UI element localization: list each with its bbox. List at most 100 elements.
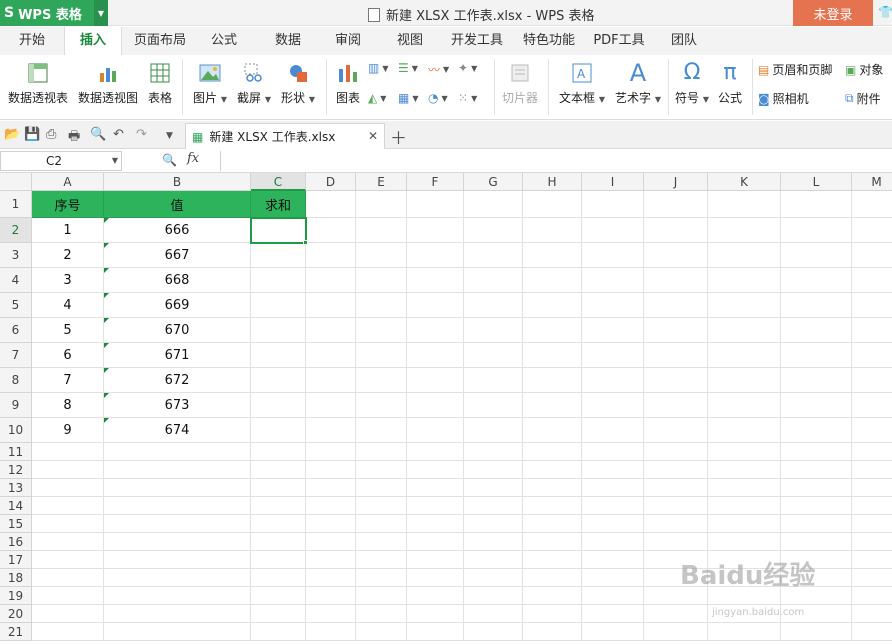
cell-a10[interactable]: 9 xyxy=(32,418,104,443)
cell-h5[interactable] xyxy=(523,293,582,318)
cell-i20[interactable] xyxy=(582,605,644,623)
row-header-15[interactable]: 15 xyxy=(0,515,32,533)
cell-h14[interactable] xyxy=(523,497,582,515)
customize-dropdown-icon[interactable]: ▼ xyxy=(166,131,173,141)
cell-a11[interactable] xyxy=(32,443,104,461)
chart-button[interactable]: 图表 xyxy=(332,55,364,106)
tab-view[interactable]: 视图 xyxy=(390,27,430,55)
chevron-down-icon[interactable]: ▼ xyxy=(112,152,118,170)
undo-icon[interactable]: ↶ xyxy=(113,127,124,142)
cell-d11[interactable] xyxy=(306,443,356,461)
cell-f10[interactable] xyxy=(407,418,464,443)
cell-d7[interactable] xyxy=(306,343,356,368)
cell-f19[interactable] xyxy=(407,587,464,605)
cell-l15[interactable] xyxy=(781,515,852,533)
cell-k4[interactable] xyxy=(708,268,781,293)
cell-b9[interactable]: 673 xyxy=(104,393,251,418)
cell-k15[interactable] xyxy=(708,515,781,533)
cell-k21[interactable] xyxy=(708,623,781,641)
column-header-h[interactable]: H xyxy=(523,173,582,191)
cell-j9[interactable] xyxy=(644,393,708,418)
cell-c1[interactable]: 求和 xyxy=(251,191,306,218)
table-button[interactable]: 表格 xyxy=(144,55,176,106)
cell-b8[interactable]: 672 xyxy=(104,368,251,393)
cell-m12[interactable] xyxy=(852,461,892,479)
cell-a9[interactable]: 8 xyxy=(32,393,104,418)
cell-c11[interactable] xyxy=(251,443,306,461)
column-header-a[interactable]: A xyxy=(32,173,104,191)
attachment-button[interactable]: ⧉ 附件 xyxy=(845,90,881,107)
tab-formulas[interactable]: 公式 xyxy=(204,27,244,55)
cell-b7[interactable]: 671 xyxy=(104,343,251,368)
cell-i17[interactable] xyxy=(582,551,644,569)
cell-e18[interactable] xyxy=(356,569,407,587)
cell-a19[interactable] xyxy=(32,587,104,605)
cell-i16[interactable] xyxy=(582,533,644,551)
cell-k16[interactable] xyxy=(708,533,781,551)
cell-b16[interactable] xyxy=(104,533,251,551)
row-header-2[interactable]: 2 xyxy=(0,218,32,243)
cell-m17[interactable] xyxy=(852,551,892,569)
cell-c18[interactable] xyxy=(251,569,306,587)
row-header-3[interactable]: 3 xyxy=(0,243,32,268)
cell-l16[interactable] xyxy=(781,533,852,551)
cell-b13[interactable] xyxy=(104,479,251,497)
cell-g4[interactable] xyxy=(464,268,523,293)
cell-f13[interactable] xyxy=(407,479,464,497)
cell-j4[interactable] xyxy=(644,268,708,293)
shape-button[interactable]: 形状 ▼ xyxy=(278,55,318,106)
app-menu-button[interactable]: S WPS 表格 ▼ xyxy=(0,0,108,26)
cell-e12[interactable] xyxy=(356,461,407,479)
column-header-b[interactable]: B xyxy=(104,173,251,191)
cell-c7[interactable] xyxy=(251,343,306,368)
cell-d12[interactable] xyxy=(306,461,356,479)
cell-d13[interactable] xyxy=(306,479,356,497)
cell-h17[interactable] xyxy=(523,551,582,569)
cell-c12[interactable] xyxy=(251,461,306,479)
cell-g1[interactable] xyxy=(464,191,523,218)
cell-i2[interactable] xyxy=(582,218,644,243)
cell-l4[interactable] xyxy=(781,268,852,293)
cell-c17[interactable] xyxy=(251,551,306,569)
cell-i13[interactable] xyxy=(582,479,644,497)
cell-e10[interactable] xyxy=(356,418,407,443)
row-header-14[interactable]: 14 xyxy=(0,497,32,515)
cell-i14[interactable] xyxy=(582,497,644,515)
cell-i9[interactable] xyxy=(582,393,644,418)
screenshot-button[interactable]: 截屏 ▼ xyxy=(234,55,274,106)
cell-f21[interactable] xyxy=(407,623,464,641)
cell-c2[interactable] xyxy=(251,218,306,243)
cell-h3[interactable] xyxy=(523,243,582,268)
row-header-13[interactable]: 13 xyxy=(0,479,32,497)
cell-a14[interactable] xyxy=(32,497,104,515)
cell-b18[interactable] xyxy=(104,569,251,587)
cell-d1[interactable] xyxy=(306,191,356,218)
cell-b12[interactable] xyxy=(104,461,251,479)
cell-j5[interactable] xyxy=(644,293,708,318)
cell-i12[interactable] xyxy=(582,461,644,479)
cell-j14[interactable] xyxy=(644,497,708,515)
cell-j12[interactable] xyxy=(644,461,708,479)
cell-i18[interactable] xyxy=(582,569,644,587)
cell-a15[interactable] xyxy=(32,515,104,533)
column-chart-dropdown[interactable]: ▥ ▼ xyxy=(368,61,389,75)
cell-b15[interactable] xyxy=(104,515,251,533)
cell-m18[interactable] xyxy=(852,569,892,587)
skin-icon[interactable]: 👕 xyxy=(878,5,892,19)
column-header-g[interactable]: G xyxy=(464,173,523,191)
cell-b3[interactable]: 667 xyxy=(104,243,251,268)
cell-e17[interactable] xyxy=(356,551,407,569)
cell-l9[interactable] xyxy=(781,393,852,418)
cell-d16[interactable] xyxy=(306,533,356,551)
cell-a18[interactable] xyxy=(32,569,104,587)
cell-a16[interactable] xyxy=(32,533,104,551)
cell-j11[interactable] xyxy=(644,443,708,461)
cell-j7[interactable] xyxy=(644,343,708,368)
cell-m3[interactable] xyxy=(852,243,892,268)
zoom-icon[interactable]: 🔍 xyxy=(162,153,177,167)
cell-d6[interactable] xyxy=(306,318,356,343)
row-header-9[interactable]: 9 xyxy=(0,393,32,418)
cell-h9[interactable] xyxy=(523,393,582,418)
cell-j1[interactable] xyxy=(644,191,708,218)
cell-f20[interactable] xyxy=(407,605,464,623)
